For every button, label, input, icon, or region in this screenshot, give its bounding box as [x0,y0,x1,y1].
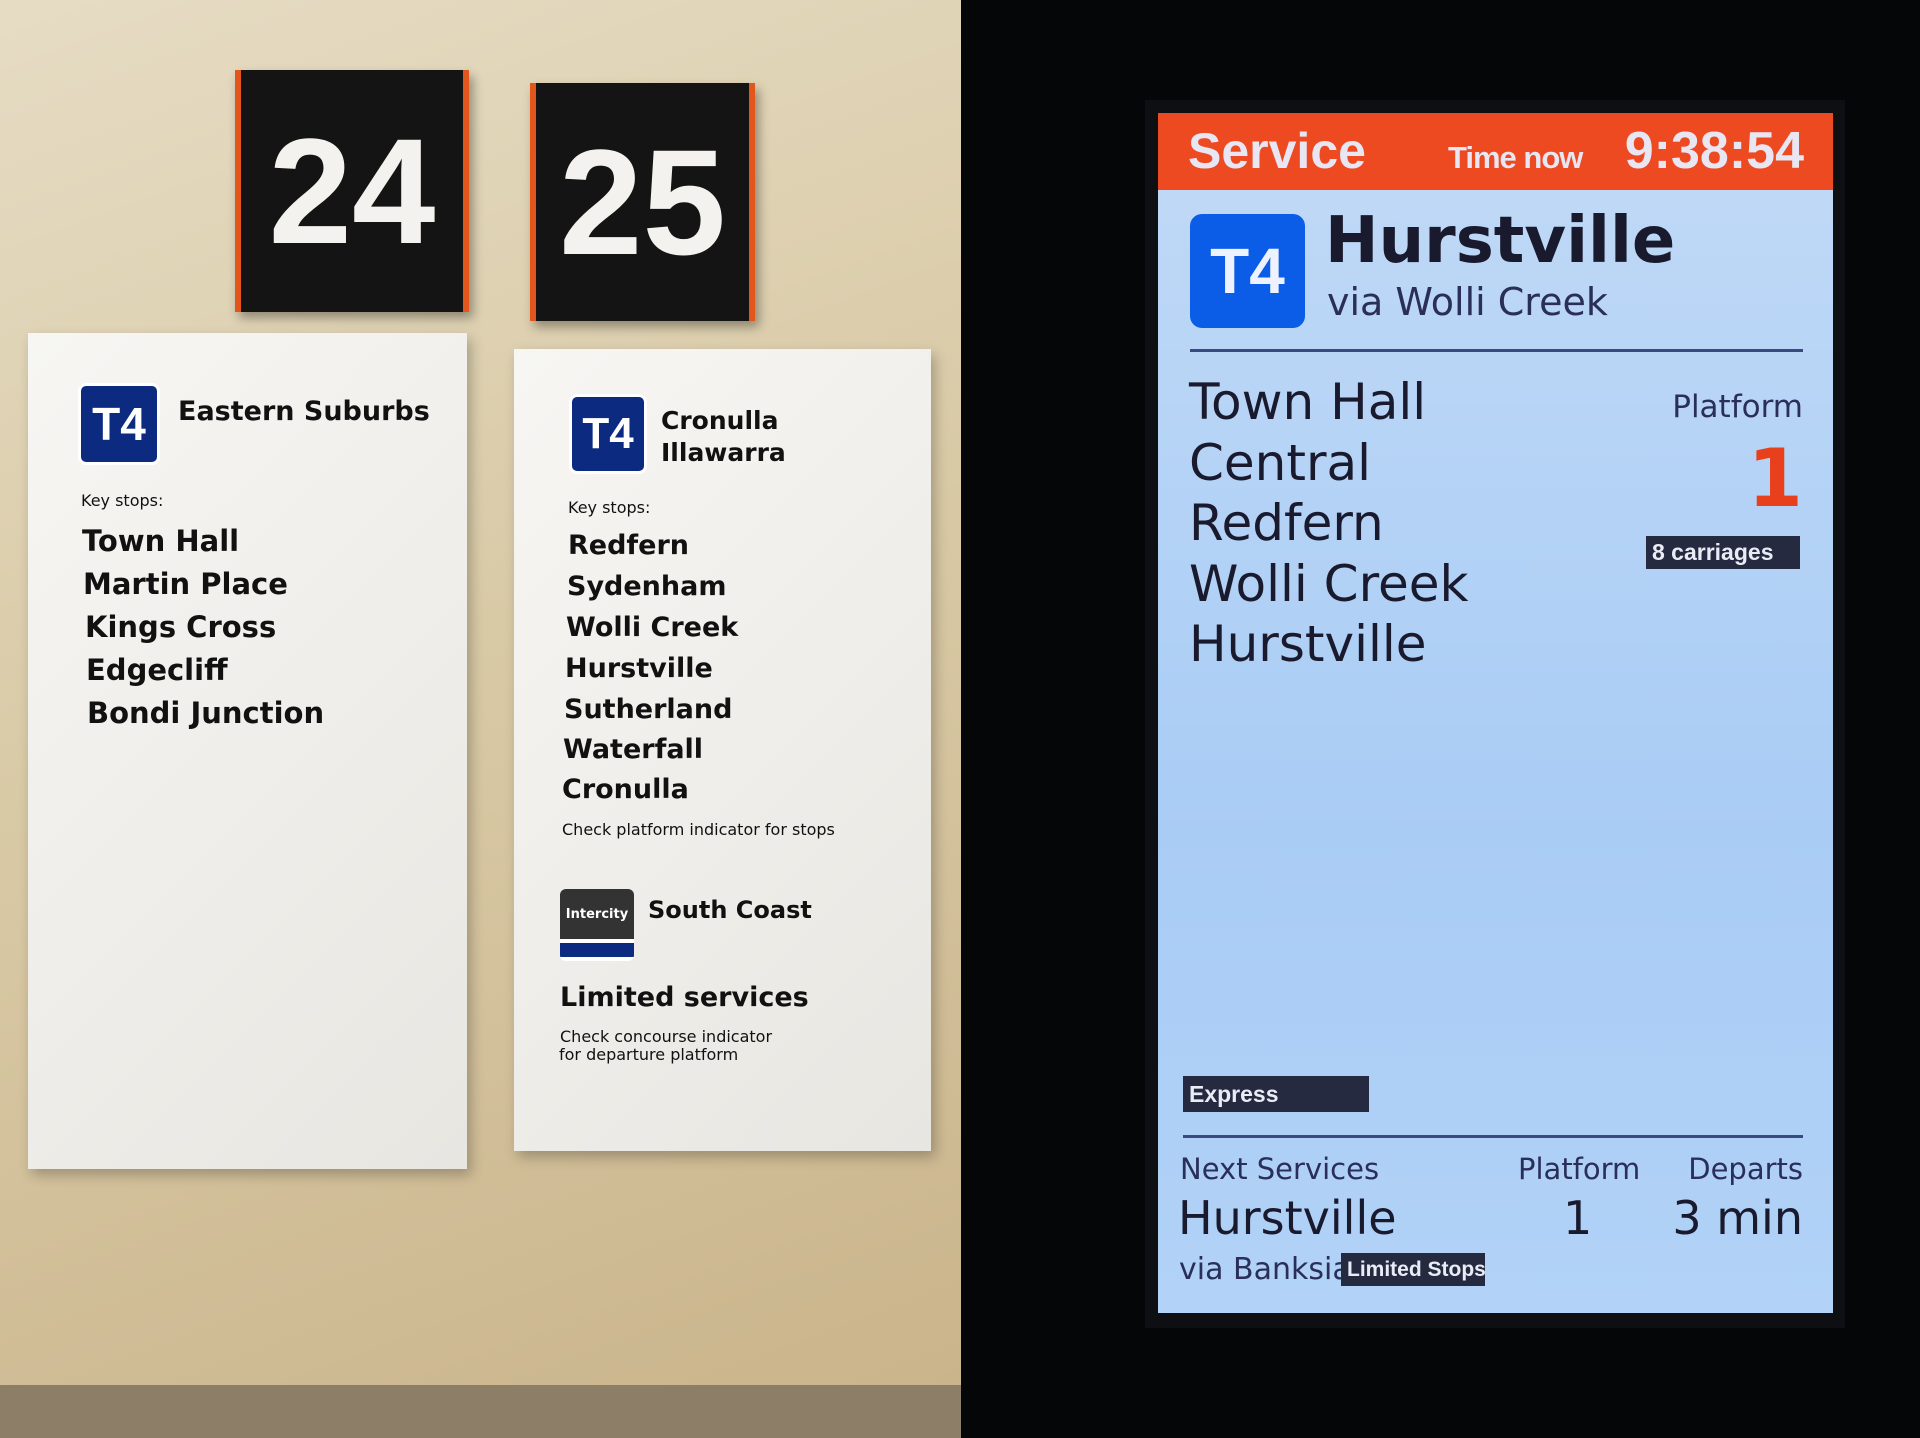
platform-label: Platform [1672,389,1803,425]
time-now-label: Time now [1448,140,1583,175]
limited-services: Limited services [560,982,809,1013]
stop: Edgecliff [86,653,228,687]
service-label: Service [1188,123,1366,179]
stop: Waterfall [563,734,704,765]
stop: Martin Place [83,567,288,601]
next-platform-header: Platform [1518,1152,1641,1186]
stops-note: Check platform indicator for stops [562,820,835,839]
via: via Wolli Creek [1327,280,1608,324]
next-destination: Hurstville [1178,1191,1397,1245]
platform-number: 1 [1747,432,1803,525]
stop: Bondi Junction [87,696,325,730]
line-name-2: Illawarra [661,438,786,467]
stop: Sutherland [564,694,733,725]
next-departs: 3 min [1672,1191,1803,1245]
next-via: via Banksia [1179,1252,1351,1287]
intercity-badge: Intercity [560,889,634,939]
floor [0,1385,961,1438]
stop: Central [1189,434,1372,492]
t4-line-icon: T4 [1190,214,1305,328]
stop: Cronulla [562,774,689,805]
platform-number-25: 25 [530,83,755,321]
departs-header: Departs [1688,1152,1803,1186]
line-name-1: Cronulla [661,406,779,435]
line-name: Eastern Suburbs [178,396,430,427]
stop: Redfern [568,530,690,561]
intercity-line-name: South Coast [648,896,812,924]
limited-stops-badge: Limited Stops [1341,1253,1486,1286]
t4-line-icon: T4 [569,394,647,474]
limited-note-2: for departure platform [559,1045,739,1064]
next-services-header: Next Services [1180,1152,1380,1186]
stop: Town Hall [82,524,240,558]
destination: Hurstville [1325,204,1676,278]
key-stops-label: Key stops: [81,491,164,510]
limited-note-1: Check concourse indicator [560,1027,773,1046]
stop: Hurstville [565,653,713,684]
divider [1183,1135,1803,1138]
intercity-stripe [560,943,634,957]
express-badge: Express [1183,1076,1369,1112]
key-stops-label: Key stops: [568,498,651,517]
stop: Wolli Creek [1189,555,1469,613]
carriages-badge: 8 carriages [1646,536,1800,569]
platform-number-24: 24 [235,70,469,312]
intercity-icon: Intercity [560,889,634,961]
stop: Redfern [1189,494,1384,552]
stop: Sydenham [567,571,727,602]
stop: Hurstville [1189,615,1427,673]
next-platform: 1 [1563,1191,1593,1245]
stop: Wolli Creek [566,612,739,643]
stop: Kings Cross [85,610,277,644]
stop: Town Hall [1189,373,1427,431]
current-time: 9:38:54 [1624,122,1804,180]
t4-line-icon: T4 [78,383,160,465]
divider [1190,349,1803,352]
